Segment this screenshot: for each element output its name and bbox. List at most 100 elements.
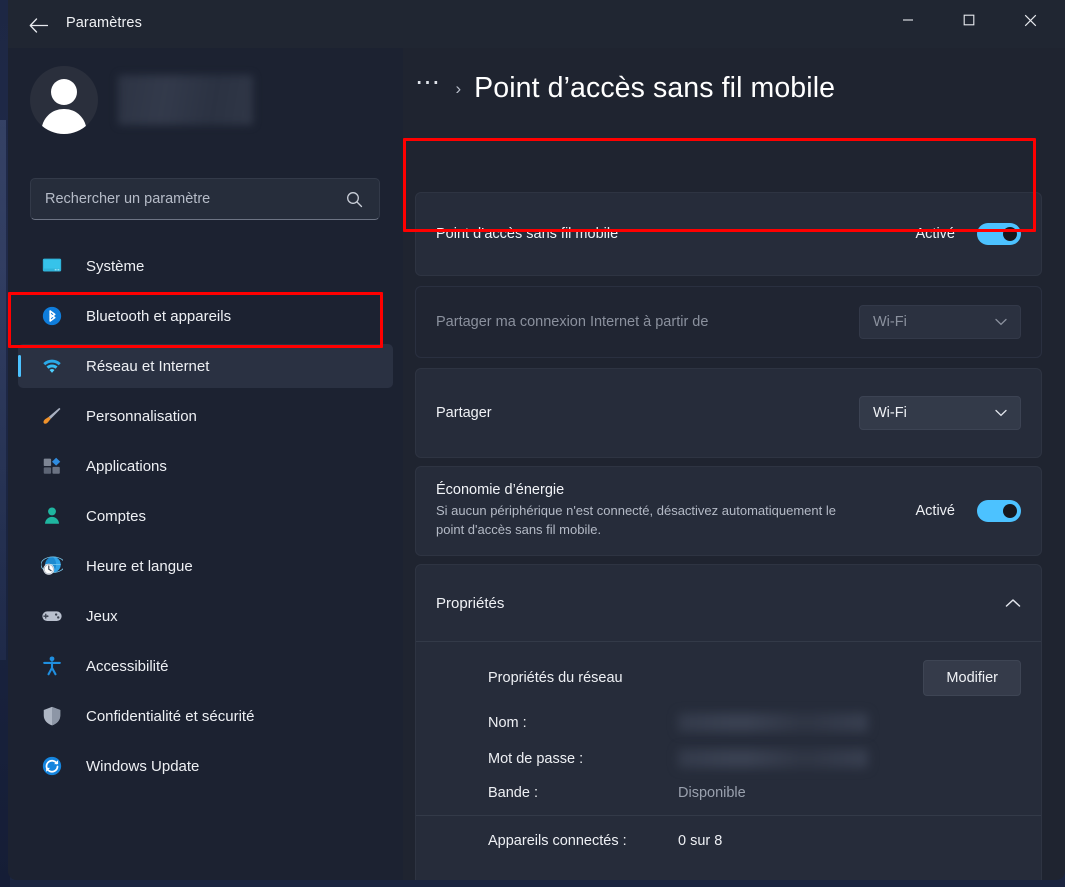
share-card[interactable]: Partager Wi-Fi — [415, 368, 1042, 458]
sidebar-item-personnalisation[interactable]: Personnalisation — [18, 394, 393, 438]
apps-icon — [40, 454, 64, 478]
close-button[interactable] — [1007, 0, 1053, 40]
app-title: Paramètres — [66, 15, 142, 31]
maximize-icon — [963, 14, 975, 26]
wifi-icon — [40, 354, 64, 378]
share-label: Partager — [436, 405, 492, 421]
hotspot-toggle[interactable] — [977, 223, 1021, 245]
sidebar-item-label: Accessibilité — [86, 658, 169, 675]
breadcrumb-overflow-button[interactable]: ⋯ — [415, 70, 443, 107]
user-profile[interactable] — [30, 66, 253, 134]
share-dropdown[interactable]: Wi-Fi — [859, 396, 1021, 430]
share-source-card: Partager ma connexion Internet à partir … — [415, 286, 1042, 358]
share-value: Wi-Fi — [873, 405, 907, 421]
shield-icon — [40, 704, 64, 728]
connected-devices-row: Appareils connectés : 0 sur 8 — [416, 816, 1041, 866]
maximize-button[interactable] — [946, 0, 992, 40]
accessibility-icon — [41, 655, 63, 677]
sidebar-item-applications[interactable]: Applications — [18, 444, 393, 488]
chevron-down-icon — [995, 409, 1007, 417]
clock-globe-icon — [40, 554, 64, 578]
settings-window: Paramètres — [8, 0, 1065, 880]
bluetooth-icon — [41, 305, 63, 327]
network-properties-section: Propriétés du réseau Modifier Nom : Mot … — [416, 642, 1041, 815]
sidebar-item-accessibilit[interactable]: Accessibilité — [18, 644, 393, 688]
sidebar-item-label: Bluetooth et appareils — [86, 308, 231, 325]
property-row-password: Mot de passe : — [488, 749, 1021, 768]
property-key: Bande : — [488, 785, 678, 801]
modify-button[interactable]: Modifier — [923, 660, 1021, 696]
share-source-dropdown: Wi-Fi — [859, 305, 1021, 339]
property-row-name: Nom : — [488, 713, 1021, 732]
sidebar-item-bluetooth-et-appareils[interactable]: Bluetooth et appareils — [18, 294, 393, 338]
minimize-icon — [902, 14, 914, 26]
sidebar-item-label: Windows Update — [86, 758, 199, 775]
energy-saver-card[interactable]: Économie d’énergie Si aucun périphérique… — [415, 466, 1042, 556]
person-icon — [41, 505, 63, 527]
gamepad-icon — [40, 604, 64, 628]
energy-saver-description: Si aucun périphérique n'est connecté, dé… — [436, 502, 836, 540]
hotspot-toggle-card[interactable]: Point d’accès sans fil mobile Activé — [415, 192, 1042, 276]
back-button[interactable] — [22, 10, 54, 40]
properties-title: Propriétés — [436, 595, 504, 612]
sidebar-item-windows-update[interactable]: Windows Update — [18, 744, 393, 788]
sidebar-item-label: Personnalisation — [86, 408, 197, 425]
update-icon — [41, 755, 63, 777]
title-bar: Paramètres — [8, 0, 1065, 48]
property-key: Mot de passe : — [488, 751, 678, 767]
hotspot-state-text: Activé — [916, 226, 956, 242]
paintbrush-icon — [40, 404, 64, 428]
monitor-icon — [40, 254, 64, 278]
person-icon — [40, 504, 64, 528]
sidebar-item-jeux[interactable]: Jeux — [18, 594, 393, 638]
sidebar-item-r-seau-et-internet[interactable]: Réseau et Internet — [18, 344, 393, 388]
share-source-value: Wi-Fi — [873, 314, 907, 330]
properties-expander-header[interactable]: Propriétés — [416, 565, 1041, 641]
chevron-up-icon — [1005, 598, 1021, 608]
hotspot-label: Point d’accès sans fil mobile — [436, 226, 618, 242]
sidebar-item-label: Comptes — [86, 508, 146, 525]
avatar — [30, 66, 98, 134]
clock-globe-icon — [41, 555, 63, 577]
bluetooth-icon — [40, 304, 64, 328]
back-arrow-icon — [29, 18, 48, 33]
properties-body: Propriétés du réseau Modifier Nom : Mot … — [416, 641, 1041, 866]
update-icon — [40, 754, 64, 778]
apps-icon — [41, 455, 63, 477]
connected-devices-value: 0 sur 8 — [678, 833, 722, 849]
property-value-redacted — [678, 749, 868, 768]
username-redacted — [118, 75, 253, 125]
properties-card: Propriétés Propriétés du réseau Modifier… — [415, 564, 1042, 880]
monitor-icon — [41, 255, 63, 277]
property-value: Disponible — [678, 785, 746, 801]
paintbrush-icon — [41, 405, 63, 427]
sidebar-item-label: Confidentialité et sécurité — [86, 708, 254, 725]
sidebar-item-heure-et-langue[interactable]: Heure et langue — [18, 544, 393, 588]
search-box[interactable] — [30, 178, 380, 220]
sidebar-item-label: Réseau et Internet — [86, 358, 209, 375]
search-icon — [346, 191, 363, 208]
search-input[interactable] — [31, 191, 346, 207]
close-icon — [1024, 14, 1037, 27]
gamepad-icon — [41, 605, 63, 627]
property-row-band: Bande : Disponible — [488, 785, 1021, 801]
breadcrumb-separator-icon: › — [456, 79, 462, 99]
sidebar-item-label: Système — [86, 258, 144, 275]
share-source-label: Partager ma connexion Internet à partir … — [436, 314, 708, 330]
minimize-button[interactable] — [885, 0, 931, 40]
energy-saver-title: Économie d’énergie — [436, 482, 836, 498]
page-title: Point d’accès sans fil mobile — [474, 72, 835, 105]
sidebar-item-confidentialit-et-s-curit[interactable]: Confidentialité et sécurité — [18, 694, 393, 738]
sidebar-nav-list: Système Bluetooth et appareils Réseau et I… — [18, 244, 393, 794]
connected-devices-label: Appareils connectés : — [488, 833, 678, 849]
breadcrumb: ⋯ › Point d’accès sans fil mobile — [415, 70, 835, 107]
shield-icon — [41, 705, 63, 727]
sidebar-item-comptes[interactable]: Comptes — [18, 494, 393, 538]
sidebar: Système Bluetooth et appareils Réseau et I… — [8, 48, 403, 880]
energy-saver-toggle[interactable] — [977, 500, 1021, 522]
network-properties-label: Propriétés du réseau — [488, 670, 623, 686]
accessibility-icon — [40, 654, 64, 678]
energy-saver-state-text: Activé — [916, 503, 956, 519]
sidebar-item-syst-me[interactable]: Système — [18, 244, 393, 288]
sidebar-item-label: Applications — [86, 458, 167, 475]
